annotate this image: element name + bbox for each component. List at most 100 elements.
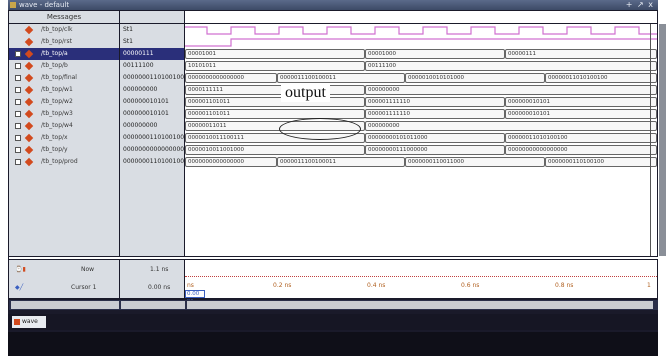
expand-toggle[interactable] [15, 63, 21, 69]
tick-label: 0.6 ns [461, 282, 480, 289]
pane-divider[interactable] [9, 257, 658, 259]
status-bar: wave [8, 314, 658, 330]
signal-value: 000000000 [123, 122, 158, 129]
expand-toggle[interactable] [15, 135, 21, 141]
wave-window: wave - default + ↗ x Messages /tb_top/cl… [8, 0, 666, 356]
expand-toggle[interactable] [15, 51, 21, 57]
signal-icon [24, 61, 34, 71]
signal-row[interactable]: /tb_top/b [9, 60, 119, 72]
window-controls[interactable]: + ↗ x [626, 0, 654, 10]
value-segment [365, 61, 657, 71]
time-values-pane: 1.1 ns 0.00 ns [120, 260, 184, 298]
names-scroll-thumb[interactable] [11, 301, 119, 309]
footer-bar [8, 332, 658, 356]
signal-row[interactable]: /tb_top/w4 [9, 120, 119, 132]
signal-icon [24, 157, 34, 167]
wave-row-w4: 00000011011 000000000 [185, 120, 657, 132]
title-bar[interactable]: wave - default + ↗ x [8, 0, 658, 10]
values-header [120, 11, 184, 23]
waveform-pane[interactable]: 00001001 00001000 00000111 10101011 0011… [185, 24, 657, 256]
signal-icon [24, 85, 34, 95]
signal-row[interactable]: /tb_top/x [9, 132, 119, 144]
window-icon [10, 2, 16, 8]
signal-value: 0000000110100100 [123, 134, 184, 141]
signal-value: 00000111 [120, 48, 184, 60]
signal-value: St1 [123, 26, 133, 33]
wave-row-y: 0000010011001000 00000000111000000 00000… [185, 144, 657, 156]
time-ruler [185, 272, 657, 277]
wave-row-w3: 000001101011 000001111110 000000010101 [185, 108, 657, 120]
tick-label: ns [187, 282, 194, 289]
signal-value: 000000000 [123, 86, 158, 93]
expand-toggle[interactable] [15, 159, 21, 165]
wave-row-w2: 000001101011 000001111110 000000010101 [185, 96, 657, 108]
signal-row[interactable]: /tb_top/final [9, 72, 119, 84]
wave-row-b: 10101011 00111100 [185, 60, 657, 72]
signal-icon [24, 145, 34, 155]
now-icon: ⌚▮ [15, 266, 26, 273]
wave-row-prod: 0000000000000000 0000011100100011 000000… [185, 156, 657, 168]
signal-row[interactable]: /tb_top/prod [9, 156, 119, 168]
signal-icon [24, 121, 34, 131]
wave-scroll-thumb[interactable] [187, 301, 653, 309]
clk-waveform [185, 26, 657, 35]
horizontal-scrollbar[interactable] [9, 300, 658, 310]
time-cursor-line[interactable] [650, 24, 651, 256]
expand-toggle[interactable] [15, 75, 21, 81]
wave-header [185, 11, 657, 23]
cursor-marker[interactable]: 0.00 ns [185, 290, 205, 304]
output-annotation: output [281, 84, 330, 102]
signal-icon [24, 73, 34, 83]
expand-toggle[interactable] [15, 99, 21, 105]
signal-row[interactable]: /tb_top/rst [9, 36, 119, 48]
signal-value: 00111100 [123, 62, 154, 69]
tick-label: 0.2 ns [273, 282, 292, 289]
signal-row[interactable]: /tb_top/clk [9, 24, 119, 36]
signal-row[interactable]: /tb_top/w2 [9, 96, 119, 108]
values-scroll-thumb[interactable] [121, 301, 185, 309]
now-value: 1.1 ns [150, 266, 169, 273]
signal-value: 0000000110100100 [123, 74, 184, 81]
signal-row[interactable]: /tb_top/w1 [9, 84, 119, 96]
wave-row-w1: 0000111111 000000000 [185, 84, 657, 96]
output-highlight-ellipse [279, 118, 361, 140]
now-label: Now [81, 266, 95, 273]
time-names-pane: ⌚▮ Now ◆╱ Cursor 1 [9, 260, 119, 298]
rst-waveform [185, 38, 657, 47]
messages-header: Messages [9, 11, 119, 23]
signal-name-pane: /tb_top/clk /tb_top/rst /tb_top/a /tb_to… [9, 24, 119, 256]
signal-value-pane: St1 St1 00000111 00111100 00000001101001… [120, 24, 184, 256]
signal-row[interactable]: /tb_top/w3 [9, 108, 119, 120]
signal-icon [24, 109, 34, 119]
clock-reset-waveforms [185, 26, 657, 47]
cursor-label: Cursor 1 [71, 284, 97, 291]
signal-icon [24, 133, 34, 143]
value-segment [365, 121, 657, 131]
signal-row[interactable]: /tb_top/y [9, 144, 119, 156]
wave-row-final: 0000000000000000 0000011100100011 000001… [185, 72, 657, 84]
tick-label: 0.8 ns [555, 282, 574, 289]
signal-icon [24, 25, 34, 35]
signal-value: St1 [123, 38, 133, 45]
expand-toggle[interactable] [15, 87, 21, 93]
value-segment [365, 85, 657, 95]
wave-row-a: 00001001 00001000 00000111 [185, 48, 657, 60]
vertical-scrollbar[interactable] [659, 24, 666, 256]
signal-icon [24, 97, 34, 107]
signal-icon [24, 37, 34, 47]
signal-row-selected[interactable]: /tb_top/a [9, 48, 119, 60]
cursor-icon[interactable]: ◆╱ [15, 284, 23, 291]
signal-value: 000000010101 [123, 98, 169, 105]
tick-label: 0.4 ns [367, 282, 386, 289]
time-ruler-pane[interactable]: ns 0.2 ns 0.4 ns 0.6 ns 0.8 ns 1 0.00 ns [185, 260, 657, 304]
tab-wave[interactable]: wave [12, 316, 46, 328]
signal-icon [24, 49, 34, 59]
expand-toggle[interactable] [15, 147, 21, 153]
expand-toggle[interactable] [15, 123, 21, 129]
signal-value: 0000000000000000 [123, 146, 184, 153]
window-title: wave - default [19, 1, 70, 9]
wave-row-x: 0000010011100111 00000000101011000 00000… [185, 132, 657, 144]
signal-value: 000000010101 [123, 110, 169, 117]
cursor-value: 0.00 ns [148, 284, 171, 291]
expand-toggle[interactable] [15, 111, 21, 117]
